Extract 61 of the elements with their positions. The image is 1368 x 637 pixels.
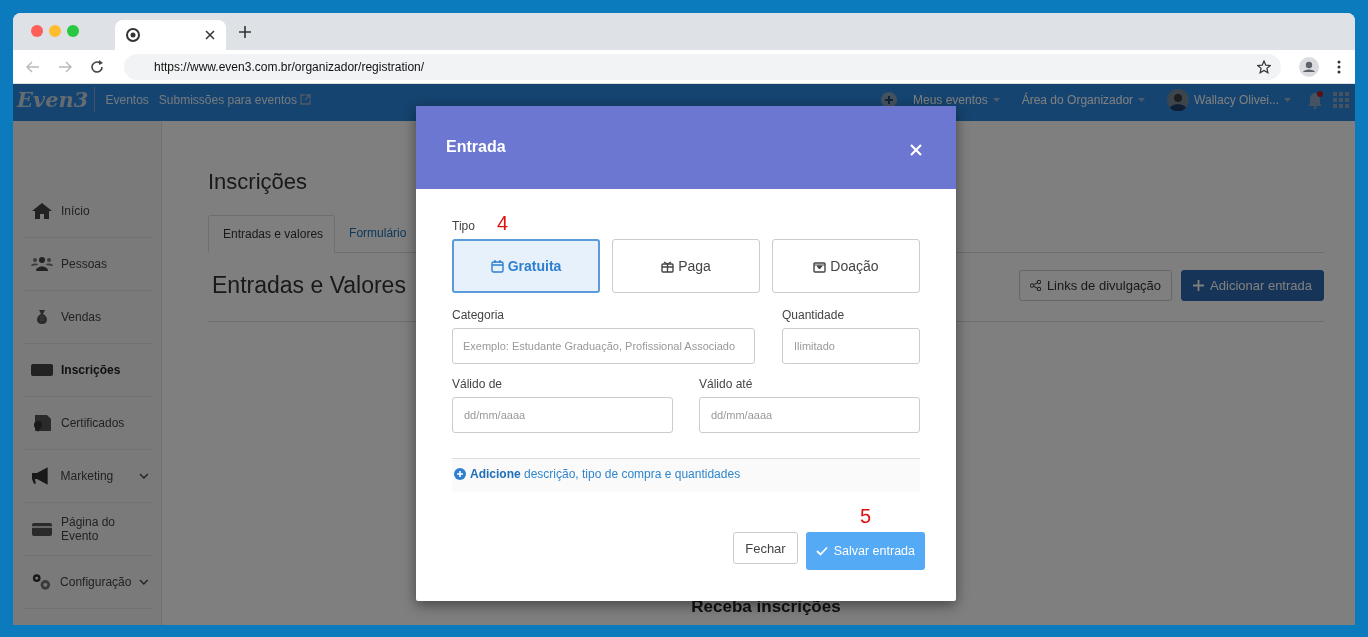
add-icon[interactable] [880, 91, 897, 108]
tab[interactable]: Entradas e valores [208, 215, 336, 253]
field-label: Tipo [452, 219, 475, 233]
sidebar-item[interactable]: Certificados [23, 397, 153, 450]
external-link-icon [299, 94, 311, 105]
star-icon[interactable] [1257, 59, 1271, 74]
nav-menu[interactable]: Meus eventos [912, 92, 1000, 107]
input-field[interactable]: dd/mm/aaaa [699, 397, 920, 433]
caret-icon [992, 97, 1000, 102]
field-label: Quantidade [782, 308, 846, 322]
sidebar-icon [31, 413, 53, 433]
more-icon[interactable] [1337, 59, 1341, 74]
calendar-icon [490, 259, 504, 273]
sidebar-item[interactable]: Marketing [23, 450, 153, 503]
nav-link[interactable]: Submissões para eventos [158, 92, 311, 107]
sidebar-icon [31, 201, 53, 221]
nav-link[interactable]: Eventos [105, 92, 149, 107]
dialog-title: Entrada [446, 137, 506, 156]
sidebar-icon [31, 254, 53, 274]
add-entry-button[interactable]: Adicionar entrada [1181, 270, 1324, 301]
input-field[interactable]: dd/mm/aaaa [452, 397, 673, 433]
window-control-icon[interactable] [31, 25, 43, 37]
address-bar[interactable]: https://www.even3.com.br/organizador/registration/ [124, 53, 1281, 80]
sidebar-item[interactable]: Início [23, 185, 153, 238]
url-text: https://www.even3.com.br/organizador/registration/ [154, 59, 425, 74]
sidebar-item[interactable]: Vendas [23, 291, 153, 344]
type-option[interactable]: Gratuita [452, 239, 600, 293]
share-links-button[interactable]: Links de divulgação [1018, 270, 1173, 301]
caret-icon [1138, 97, 1146, 102]
browser-tab[interactable] [115, 20, 226, 50]
sidebar-item[interactable]: Pessoas [23, 238, 153, 291]
step-number: 5 [859, 506, 871, 526]
input-field[interactable]: Exemplo: Estudante Graduação, Profissional Associado [452, 328, 755, 364]
step-number: 4 [496, 213, 509, 233]
save-button[interactable]: Salvar entrada [805, 532, 925, 570]
sidebar-item[interactable]: Página do Evento [23, 503, 153, 556]
close-icon[interactable] [205, 30, 215, 40]
input-field[interactable]: Ilimitado [782, 328, 920, 364]
field-label: Válido de [452, 377, 504, 391]
user-menu[interactable]: Wallacy Olivei... [1167, 88, 1291, 111]
type-option[interactable]: Paga [612, 239, 760, 293]
share-icon [1029, 280, 1041, 291]
caret-icon [1284, 97, 1291, 102]
plus-icon [1193, 280, 1205, 291]
sidebar-icon [31, 572, 53, 592]
plus-icon[interactable] [239, 26, 251, 38]
page-title: Inscrições [208, 169, 309, 195]
nav-menu[interactable]: Área do Organizador [1021, 92, 1146, 107]
field-label: Válido até [699, 377, 754, 391]
profile-icon[interactable] [1299, 56, 1319, 77]
sidebar-item[interactable]: Inscrições [23, 344, 153, 397]
field-label: Categoria [452, 308, 506, 322]
close-button[interactable]: Fechar [733, 532, 798, 564]
avatar [1167, 88, 1190, 111]
section-heading: Receba inscrições [690, 597, 842, 617]
check-icon [815, 546, 828, 556]
type-option[interactable]: Doação [772, 239, 920, 293]
reload-icon[interactable] [90, 59, 104, 74]
tab[interactable]: Formulário [335, 215, 418, 251]
section-title: Entradas e Valores [212, 272, 407, 299]
sidebar-item[interactable]: Configuração [23, 556, 153, 609]
